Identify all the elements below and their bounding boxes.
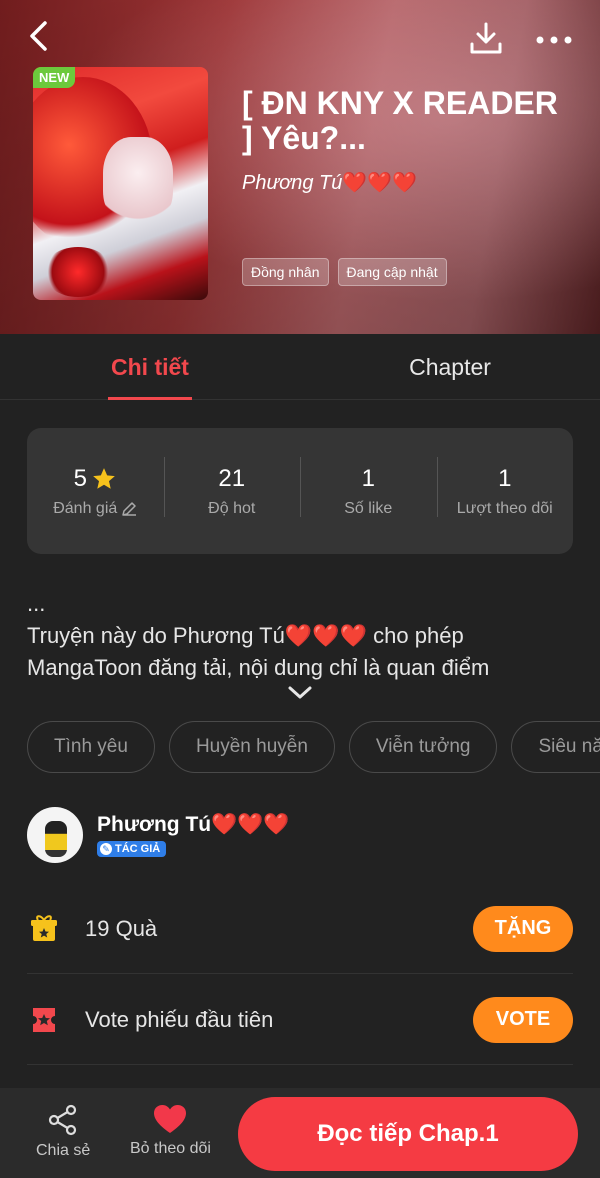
tab-details[interactable]: Chi tiết — [0, 334, 300, 400]
gift-count: 19 Quà — [85, 915, 158, 941]
stat-likes: 1 Số like — [300, 456, 437, 518]
star-icon — [93, 467, 115, 489]
avatar[interactable] — [27, 807, 83, 863]
description-line-1: ... — [27, 591, 46, 616]
back-arrow-icon[interactable] — [20, 18, 56, 54]
author-name-line: Phương Tú❤️❤️❤️ — [97, 813, 290, 837]
stats-card: 5 Đánh giá 21 Độ hot 1 Số like 1 Lượt th… — [27, 428, 573, 554]
tag-dong-nhan[interactable]: Đồng nhân — [242, 258, 329, 286]
gift-icon — [27, 912, 61, 946]
vote-row: Vote phiếu đầu tiên VOTE — [27, 975, 573, 1065]
genre-chip[interactable]: Tình yêu — [27, 721, 155, 773]
rating-value: 5 — [73, 464, 87, 492]
header-author-hearts: ❤️❤️❤️ — [342, 172, 418, 194]
tab-chapter[interactable]: Chapter — [300, 334, 600, 400]
description[interactable]: ... Truyện này do Phương Tú❤️❤️❤️ cho ph… — [27, 588, 573, 684]
header-author[interactable]: Phương Tú❤️❤️❤️ — [242, 170, 417, 195]
genre-chip[interactable]: Huyền huyễn — [168, 721, 335, 773]
manga-title: [ ĐN KNY X READER ] Yêu?... — [242, 85, 558, 156]
author-name: Phương Tú — [97, 813, 212, 836]
expand-chevron-icon[interactable] — [286, 684, 314, 702]
header-banner: NEW [ ĐN KNY X READER ] Yêu?... Phương T… — [0, 0, 600, 334]
vote-text: Vote phiếu đầu tiên — [85, 1006, 274, 1032]
stat-hot: 21 Độ hot — [163, 456, 301, 518]
header-author-name: Phương Tú — [242, 172, 343, 194]
heart-icon — [154, 1105, 187, 1133]
more-options-icon[interactable] — [532, 22, 576, 58]
genre-chip[interactable]: Viễn tưởng — [348, 721, 498, 773]
tab-bar: Chi tiết Chapter — [0, 334, 600, 400]
share-icon — [49, 1104, 77, 1136]
rating-label: Đánh giá — [53, 499, 118, 517]
author-badge: ✎ TÁC GIẢ — [97, 841, 167, 857]
new-badge: NEW — [33, 67, 76, 88]
followers-label: Lượt theo dõi — [456, 499, 553, 517]
description-line-2: Truyện này do Phương Tú❤️❤️❤️ cho phép — [27, 623, 464, 648]
edit-pencil-icon — [122, 501, 137, 516]
author-hearts: ❤️❤️❤️ — [211, 813, 290, 836]
genre-chip[interactable]: Siêu nă — [511, 721, 600, 773]
likes-value: 1 — [361, 464, 375, 492]
share-button[interactable]: Chia sẻ — [36, 1104, 90, 1160]
pen-nib-icon: ✎ — [100, 843, 112, 855]
followers-value: 1 — [498, 464, 512, 492]
cover-image: NEW — [33, 67, 208, 300]
tag-status: Đang cập nhật — [337, 258, 447, 286]
ticket-icon — [27, 1003, 61, 1037]
unfollow-label: Bỏ theo dõi — [130, 1140, 211, 1157]
bottom-bar: Chia sẻ Bỏ theo dõi Đọc tiếp Chap.1 — [0, 1088, 600, 1178]
hot-label: Độ hot — [208, 499, 256, 517]
share-label: Chia sẻ — [36, 1142, 91, 1159]
download-icon[interactable] — [466, 18, 506, 58]
description-line-3: MangaToon đăng tải, nội dung chỉ là quan… — [27, 655, 490, 680]
gift-row: 19 Quà TẶNG — [27, 884, 573, 974]
continue-reading-button[interactable]: Đọc tiếp Chap.1 — [238, 1097, 578, 1171]
genre-list: Tình yêu Huyền huyễn Viễn tưởng Siêu nă — [27, 721, 600, 775]
give-gift-button[interactable]: TẶNG — [473, 905, 573, 952]
vote-button[interactable]: VOTE — [473, 996, 573, 1043]
stat-rating[interactable]: 5 Đánh giá — [27, 465, 164, 518]
author-row[interactable]: Phương Tú❤️❤️❤️ ✎ TÁC GIẢ — [27, 807, 290, 863]
stat-followers: 1 Lượt theo dõi — [436, 456, 574, 518]
likes-label: Số like — [344, 499, 393, 517]
unfollow-button[interactable]: Bỏ theo dõi — [130, 1104, 211, 1158]
tag-list: Đồng nhân Đang cập nhật — [242, 258, 447, 286]
hot-value: 21 — [218, 464, 246, 492]
